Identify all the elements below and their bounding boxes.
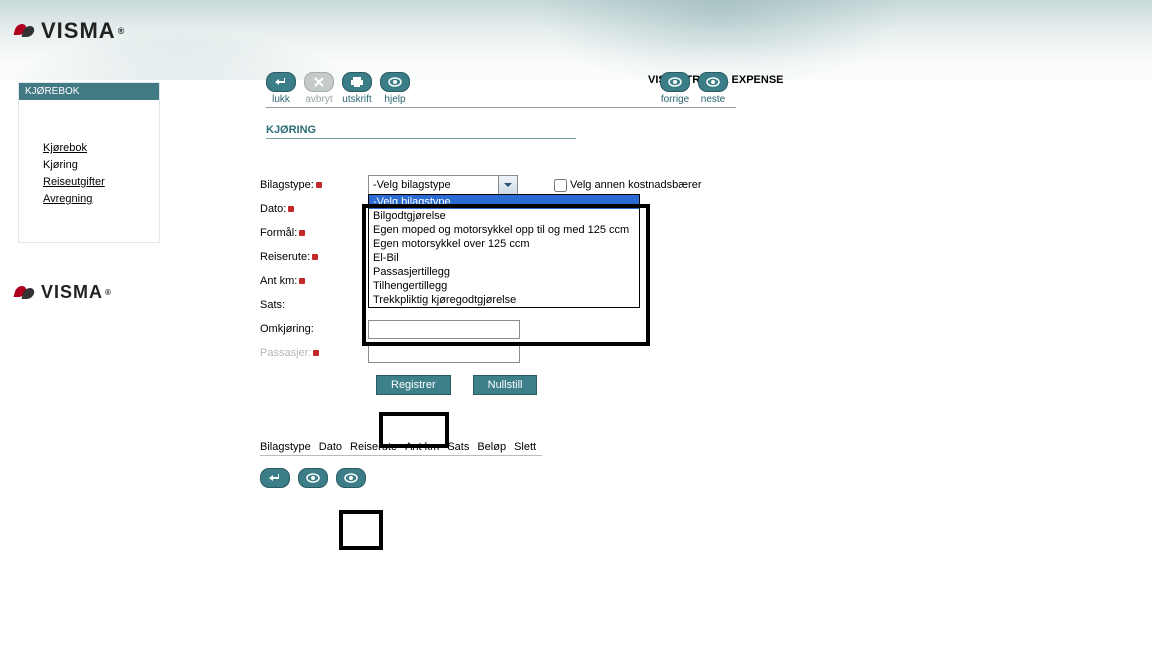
label-antkm: Ant km: — [260, 275, 368, 287]
col-reiserute: Reiserute — [350, 441, 397, 453]
bilagstype-option[interactable]: -Velg bilagstype — [369, 195, 639, 209]
toolbar-cancel-label: avbryt — [305, 94, 332, 105]
toolbar-print[interactable]: utskrift — [342, 72, 372, 105]
bilagstype-option[interactable]: Trekkpliktig kjøregodtgjørelse — [369, 293, 639, 307]
label-sats: Sats: — [260, 299, 368, 311]
brand-registered: ® — [105, 288, 112, 297]
toolbar-cancel: avbryt — [304, 72, 334, 105]
section-title: KJØRING — [266, 122, 316, 138]
eye-icon[interactable] — [336, 468, 366, 488]
return-icon — [266, 72, 296, 92]
other-cost-checkbox-input[interactable] — [554, 179, 567, 192]
bottom-icon-row — [260, 468, 880, 488]
bilagstype-option[interactable]: Egen motorsykkel over 125 ccm — [369, 237, 639, 251]
brand-registered: ® — [118, 26, 126, 36]
eye-icon — [380, 72, 410, 92]
brand-swirl-icon — [15, 286, 37, 300]
brand-name: VISMA — [41, 282, 103, 303]
other-cost-checkbox[interactable]: Velg annen kostnadsbærer — [554, 179, 701, 192]
toolbar-help-label: hjelp — [384, 94, 405, 105]
label-reiserute: Reiserute: — [260, 251, 368, 263]
label-formal: Formål: — [260, 227, 368, 239]
bilagstype-dropdown[interactable]: -Velg bilagstype Bilgodtgjørelse Egen mo… — [368, 194, 640, 308]
label-dato: Dato: — [260, 203, 368, 215]
required-marker — [313, 350, 319, 356]
col-antkm: Ant km — [405, 441, 439, 453]
bilagstype-option[interactable]: Tilhengertillegg — [369, 279, 639, 293]
label-omkjoring: Omkjøring: — [260, 323, 368, 335]
omkjoring-input[interactable] — [368, 320, 520, 339]
toolbar-prev-label: forrige — [661, 94, 689, 105]
toolbar-next[interactable]: neste — [698, 72, 728, 105]
label-bilagstype: Bilagstype: — [260, 179, 368, 191]
toolbar-prev[interactable]: forrige — [660, 72, 690, 105]
sidebar-item-reiseutgifter[interactable]: Reiseutgifter — [43, 174, 149, 191]
toolbar-close-label: lukk — [272, 94, 290, 105]
bilagstype-option[interactable]: Egen moped og motorsykkel opp til og med… — [369, 223, 639, 237]
toolbar-print-label: utskrift — [342, 94, 371, 105]
brand-logo-top: VISMA ® — [15, 18, 125, 44]
required-marker — [312, 254, 318, 260]
toolbar-close[interactable]: lukk — [266, 72, 296, 105]
required-marker — [299, 278, 305, 284]
annotation-box-bottom-icon — [339, 510, 383, 550]
bilagstype-selected: -Velg bilagstype — [369, 179, 498, 191]
eye-icon[interactable] — [298, 468, 328, 488]
col-slett: Slett — [514, 441, 536, 453]
col-dato: Dato — [319, 441, 342, 453]
brand-logo-side: VISMA ® — [15, 282, 112, 303]
passasjer-input — [368, 344, 520, 363]
print-icon — [342, 72, 372, 92]
sidebar-header: KJØREBOK — [19, 83, 159, 100]
sidebar-item-kjoring[interactable]: Kjøring — [43, 157, 149, 174]
bilagstype-option[interactable]: El-Bil — [369, 251, 639, 265]
other-cost-label: Velg annen kostnadsbærer — [570, 179, 701, 191]
eye-icon — [698, 72, 728, 92]
chevron-down-icon[interactable] — [498, 176, 517, 194]
col-sats: Sats — [447, 441, 469, 453]
bilagstype-option[interactable]: Passasjertillegg — [369, 265, 639, 279]
x-icon — [304, 72, 334, 92]
return-icon[interactable] — [260, 468, 290, 488]
required-marker — [288, 206, 294, 212]
sidebar-item-kjorebok[interactable]: Kjørebok — [43, 140, 149, 157]
required-marker — [316, 182, 322, 188]
eye-icon — [660, 72, 690, 92]
col-belop: Beløp — [477, 441, 506, 453]
brand-name: VISMA — [41, 18, 116, 44]
bilagstype-select[interactable]: -Velg bilagstype -Velg bilagstype Bilgod… — [368, 175, 518, 195]
toolbar-next-label: neste — [701, 94, 725, 105]
section-heading: KJØRING — [266, 122, 576, 139]
toolbar-help[interactable]: hjelp — [380, 72, 410, 105]
registrer-button[interactable]: Registrer — [376, 375, 451, 395]
toolbar: lukk avbryt utskrift hjelp — [266, 72, 736, 108]
sidebar-item-avregning[interactable]: Avregning — [43, 191, 149, 208]
results-table-header: Bilagstype Dato Reiserute Ant km Sats Be… — [260, 441, 542, 456]
col-bilagstype: Bilagstype — [260, 441, 311, 453]
label-passasjer: Passasjer: — [260, 347, 368, 359]
required-marker — [299, 230, 305, 236]
nullstill-button[interactable]: Nullstill — [473, 375, 538, 395]
bilagstype-option[interactable]: Bilgodtgjørelse — [369, 209, 639, 223]
sidebar: KJØREBOK Kjørebok Kjøring Reiseutgifter … — [18, 82, 160, 243]
brand-swirl-icon — [15, 24, 37, 38]
